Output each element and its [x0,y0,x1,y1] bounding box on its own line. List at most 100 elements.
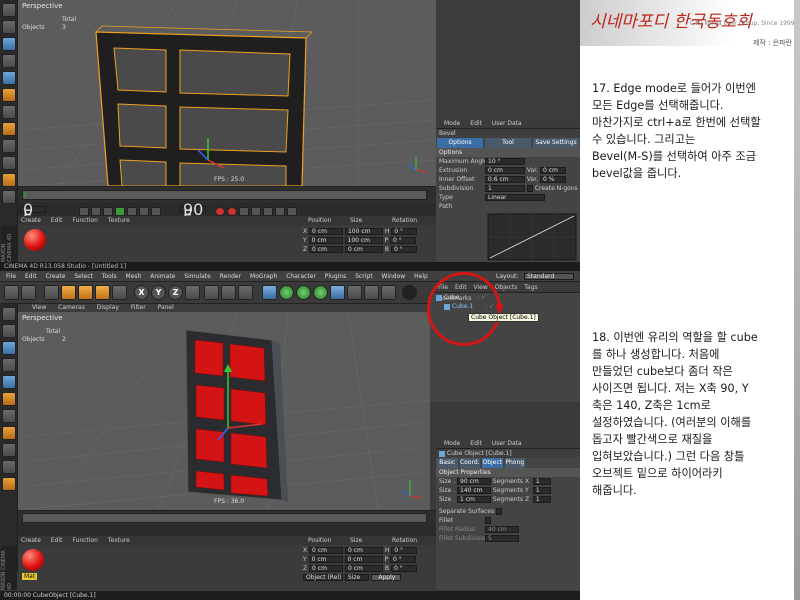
solo-button[interactable] [2,190,16,204]
live-selection-icon[interactable] [44,285,59,300]
size-x-field-2[interactable]: 0 cm [344,547,383,554]
size-y-input[interactable]: 140 cm [457,487,491,494]
menu-select[interactable]: Select [74,273,93,280]
pos-x-field-2[interactable]: 0 cm [309,547,344,554]
recent-tools-icon[interactable] [112,285,127,300]
vp-menu-panel[interactable]: Panel [158,304,174,311]
frame-end-field[interactable]: 90 F [180,202,206,224]
prev-key-button[interactable] [91,207,101,216]
workplane-button-2[interactable] [2,443,16,457]
tweak-button-2[interactable] [2,477,16,491]
tab-basic[interactable]: Basic [437,458,458,468]
rot-h-field[interactable]: 0 ° [391,228,418,235]
coord-system-icon[interactable] [185,285,200,300]
viewport[interactable]: Perspective Total Objects 3 FPS : 25.0 [18,0,436,186]
tab-tool[interactable]: Tool [485,138,531,148]
scale-key-button[interactable] [263,207,273,216]
menu-animate[interactable]: Animate [150,273,175,280]
tab-phong[interactable]: Phong [504,458,525,468]
menu-plugins[interactable]: Plugins [325,273,347,280]
camera-icon[interactable] [364,285,379,300]
record-button[interactable] [215,207,225,216]
goto-start-button[interactable] [79,207,89,216]
timeline-2-ruler[interactable] [22,513,427,523]
rot-h-field-2[interactable]: 0 ° [391,547,418,554]
locked-workplane-button[interactable] [2,156,16,170]
param-key-button[interactable] [287,207,297,216]
pos-x-field[interactable]: 0 cm [309,228,344,235]
tab-coord[interactable]: Coord. [459,458,480,468]
layout-dropdown[interactable]: Standard [524,273,574,280]
pos-y-field[interactable]: 0 cm [308,237,343,244]
keyframe-selection-button[interactable] [239,207,249,216]
attributes-menu-edit[interactable]: Edit [470,120,482,127]
move-icon[interactable] [61,285,76,300]
menu-window[interactable]: Window [382,273,406,280]
scale-icon[interactable] [78,285,93,300]
path-curve-graph[interactable] [436,212,580,262]
goto-end-button[interactable] [151,207,161,216]
size-y-field[interactable]: 100 cm [344,237,383,244]
size-x-input[interactable]: 90 cm [457,478,491,485]
rot-b-field[interactable]: 0 ° [390,246,417,253]
array-icon[interactable] [313,285,328,300]
viewport-2[interactable]: Perspective Total Objects 2 FPS : 36.0 [18,312,430,510]
menu-character[interactable]: Character [286,273,316,280]
undo-icon[interactable] [4,285,19,300]
subdivision-field[interactable]: 1 [485,185,525,192]
apply-button[interactable]: Apply [370,574,401,581]
workplane-button[interactable] [2,139,16,153]
menu-simulate[interactable]: Simulate [184,273,211,280]
floor-icon[interactable] [330,285,345,300]
inner-offset-field[interactable]: 0.6 cm [485,176,525,183]
attributes-2-menu-edit[interactable]: Edit [470,440,482,447]
rot-b-field-2[interactable]: 0 ° [390,565,417,572]
material-menu-function[interactable]: Function [72,217,98,224]
tweak-button[interactable] [2,173,16,187]
material-menu-edit[interactable]: Edit [51,217,63,224]
axis-mode-button-2[interactable] [2,358,16,372]
autokey-button[interactable] [227,207,237,216]
deformer-icon[interactable] [347,285,362,300]
tab-object[interactable]: Object [482,458,503,468]
menu-tools[interactable]: Tools [102,273,117,280]
pos-y-field-2[interactable]: 0 cm [308,556,343,563]
menu-file[interactable]: File [6,273,16,280]
fillet-checkbox[interactable] [485,517,491,524]
edges-mode-button[interactable] [2,88,16,102]
attributes-2-menu-userdata[interactable]: User Data [492,440,522,447]
position-key-button[interactable] [251,207,261,216]
texture-mode-button-2[interactable] [2,341,16,355]
maximum-angle-field[interactable]: 10 ° [485,158,525,165]
render-view-icon[interactable] [204,285,219,300]
spline-pen-icon[interactable] [279,285,294,300]
inner-offset-var-field[interactable]: 0 % [539,176,566,183]
snap-button-2[interactable] [2,426,16,440]
rot-p-field[interactable]: 0 ° [389,237,416,244]
segments-z-input[interactable]: 1 [532,496,551,503]
timeline-ruler[interactable] [22,190,427,200]
polygons-mode-button[interactable] [2,105,16,119]
material-menu-texture[interactable]: Texture [108,217,130,224]
frame-start-field[interactable]: 0 F [20,202,46,224]
coord-mode-dropdown[interactable]: Object (Rel) [303,574,343,581]
rotation-key-button[interactable] [275,207,285,216]
type-dropdown[interactable]: Linear [485,194,545,201]
size-z-input[interactable]: 1 cm [457,496,491,503]
material-menu-create[interactable]: Create [21,217,41,224]
pos-z-field-2[interactable]: 0 cm [309,565,344,572]
material-sphere-red[interactable] [22,549,44,571]
model-mode-button-2[interactable] [2,324,16,338]
script-python-icon[interactable] [402,285,417,300]
segments-x-input[interactable]: 1 [532,478,551,485]
attributes-menu-mode[interactable]: Mode [444,120,460,127]
y-axis-lock-icon[interactable]: Y [151,285,166,300]
render-settings-icon[interactable] [238,285,253,300]
x-axis-lock-icon[interactable]: X [134,285,149,300]
material-2-menu-function[interactable]: Function [72,537,98,544]
axis-mode-button[interactable] [2,54,16,68]
vp-menu-filter[interactable]: Filter [131,304,146,311]
polygons-mode-button-2[interactable] [2,409,16,423]
menu-mesh[interactable]: Mesh [126,273,142,280]
timeline[interactable]: 0 F 90 F [18,186,436,224]
